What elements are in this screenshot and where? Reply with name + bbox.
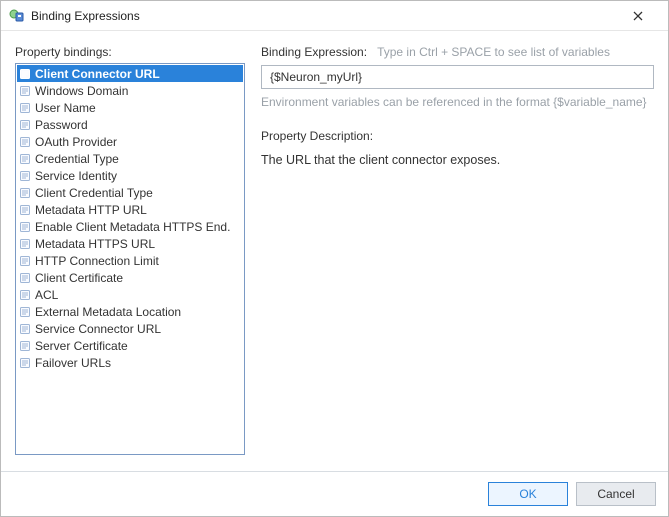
list-item-label: OAuth Provider [35,135,117,149]
list-item-label: Metadata HTTPS URL [35,237,155,251]
list-item-label: HTTP Connection Limit [35,254,159,268]
property-icon [19,357,31,369]
list-item-label: Server Certificate [35,339,128,353]
app-icon [9,8,25,24]
property-icon [19,68,31,80]
list-item-label: Failover URLs [35,356,111,370]
window-title: Binding Expressions [31,9,618,23]
left-panel: Property bindings: Client Connector URL W… [15,45,245,455]
list-item[interactable]: Client Connector URL [17,65,243,82]
property-icon [19,306,31,318]
list-item[interactable]: User Name [17,99,243,116]
property-icon [19,153,31,165]
list-item-label: User Name [35,101,96,115]
list-item[interactable]: Metadata HTTPS URL [17,235,243,252]
list-item-label: Service Connector URL [35,322,161,336]
env-var-help: Environment variables can be referenced … [261,95,654,109]
property-icon [19,272,31,284]
property-listbox[interactable]: Client Connector URL Windows Domain User N… [15,63,245,455]
close-button[interactable] [618,2,658,30]
list-item[interactable]: Service Identity [17,167,243,184]
property-description-text: The URL that the client connector expose… [261,153,654,167]
cancel-button[interactable]: Cancel [576,482,656,506]
list-item[interactable]: OAuth Provider [17,133,243,150]
property-icon [19,187,31,199]
list-item-label: Client Connector URL [35,67,160,81]
property-icon [19,255,31,267]
property-description-label: Property Description: [261,129,654,143]
property-icon [19,323,31,335]
list-item[interactable]: Metadata HTTP URL [17,201,243,218]
property-icon [19,119,31,131]
property-icon [19,289,31,301]
list-item-label: Client Credential Type [35,186,153,200]
property-bindings-label: Property bindings: [15,45,245,59]
list-item[interactable]: Enable Client Metadata HTTPS End. [17,218,243,235]
titlebar: Binding Expressions [1,1,668,31]
dialog-footer: OK Cancel [1,472,668,516]
property-icon [19,85,31,97]
content-area: Property bindings: Client Connector URL W… [1,31,668,463]
list-item[interactable]: Failover URLs [17,354,243,371]
property-icon [19,221,31,233]
binding-expression-input[interactable] [261,65,654,89]
list-item-label: Service Identity [35,169,117,183]
property-icon [19,102,31,114]
dialog-window: Binding Expressions Property bindings: C… [0,0,669,517]
property-icon [19,136,31,148]
property-icon [19,340,31,352]
list-item[interactable]: Password [17,116,243,133]
list-item[interactable]: Service Connector URL [17,320,243,337]
list-item-label: Credential Type [35,152,119,166]
list-item-label: External Metadata Location [35,305,181,319]
binding-expression-hint: Type in Ctrl + SPACE to see list of vari… [377,45,610,59]
list-item[interactable]: External Metadata Location [17,303,243,320]
binding-expression-label: Binding Expression: [261,45,367,59]
property-icon [19,204,31,216]
list-item-label: Enable Client Metadata HTTPS End. [35,220,230,234]
list-item[interactable]: HTTP Connection Limit [17,252,243,269]
list-item-label: Client Certificate [35,271,123,285]
ok-button[interactable]: OK [488,482,568,506]
list-item-label: Windows Domain [35,84,128,98]
list-item-label: Password [35,118,88,132]
list-item-label: ACL [35,288,58,302]
list-item[interactable]: Windows Domain [17,82,243,99]
right-panel: Binding Expression: Type in Ctrl + SPACE… [261,45,654,455]
property-icon [19,238,31,250]
list-item[interactable]: Credential Type [17,150,243,167]
list-item[interactable]: Client Credential Type [17,184,243,201]
property-icon [19,170,31,182]
list-item[interactable]: Client Certificate [17,269,243,286]
list-item[interactable]: Server Certificate [17,337,243,354]
list-item[interactable]: ACL [17,286,243,303]
list-item-label: Metadata HTTP URL [35,203,147,217]
